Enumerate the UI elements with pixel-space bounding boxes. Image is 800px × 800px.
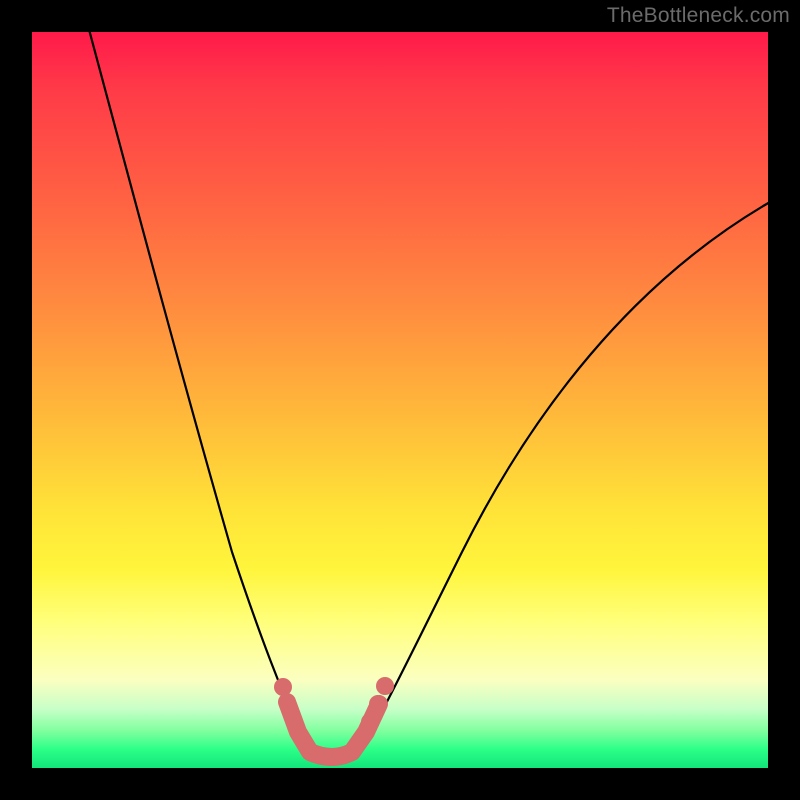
bottleneck-curve xyxy=(87,32,768,759)
marker-dot xyxy=(376,677,394,695)
plot-area xyxy=(32,32,768,768)
chart-frame: TheBottleneck.com xyxy=(0,0,800,800)
watermark-text: TheBottleneck.com xyxy=(607,4,790,28)
marker-dot xyxy=(361,713,379,731)
marker-dot xyxy=(369,695,387,713)
marker-dot xyxy=(274,678,292,696)
curve-layer xyxy=(32,32,768,768)
